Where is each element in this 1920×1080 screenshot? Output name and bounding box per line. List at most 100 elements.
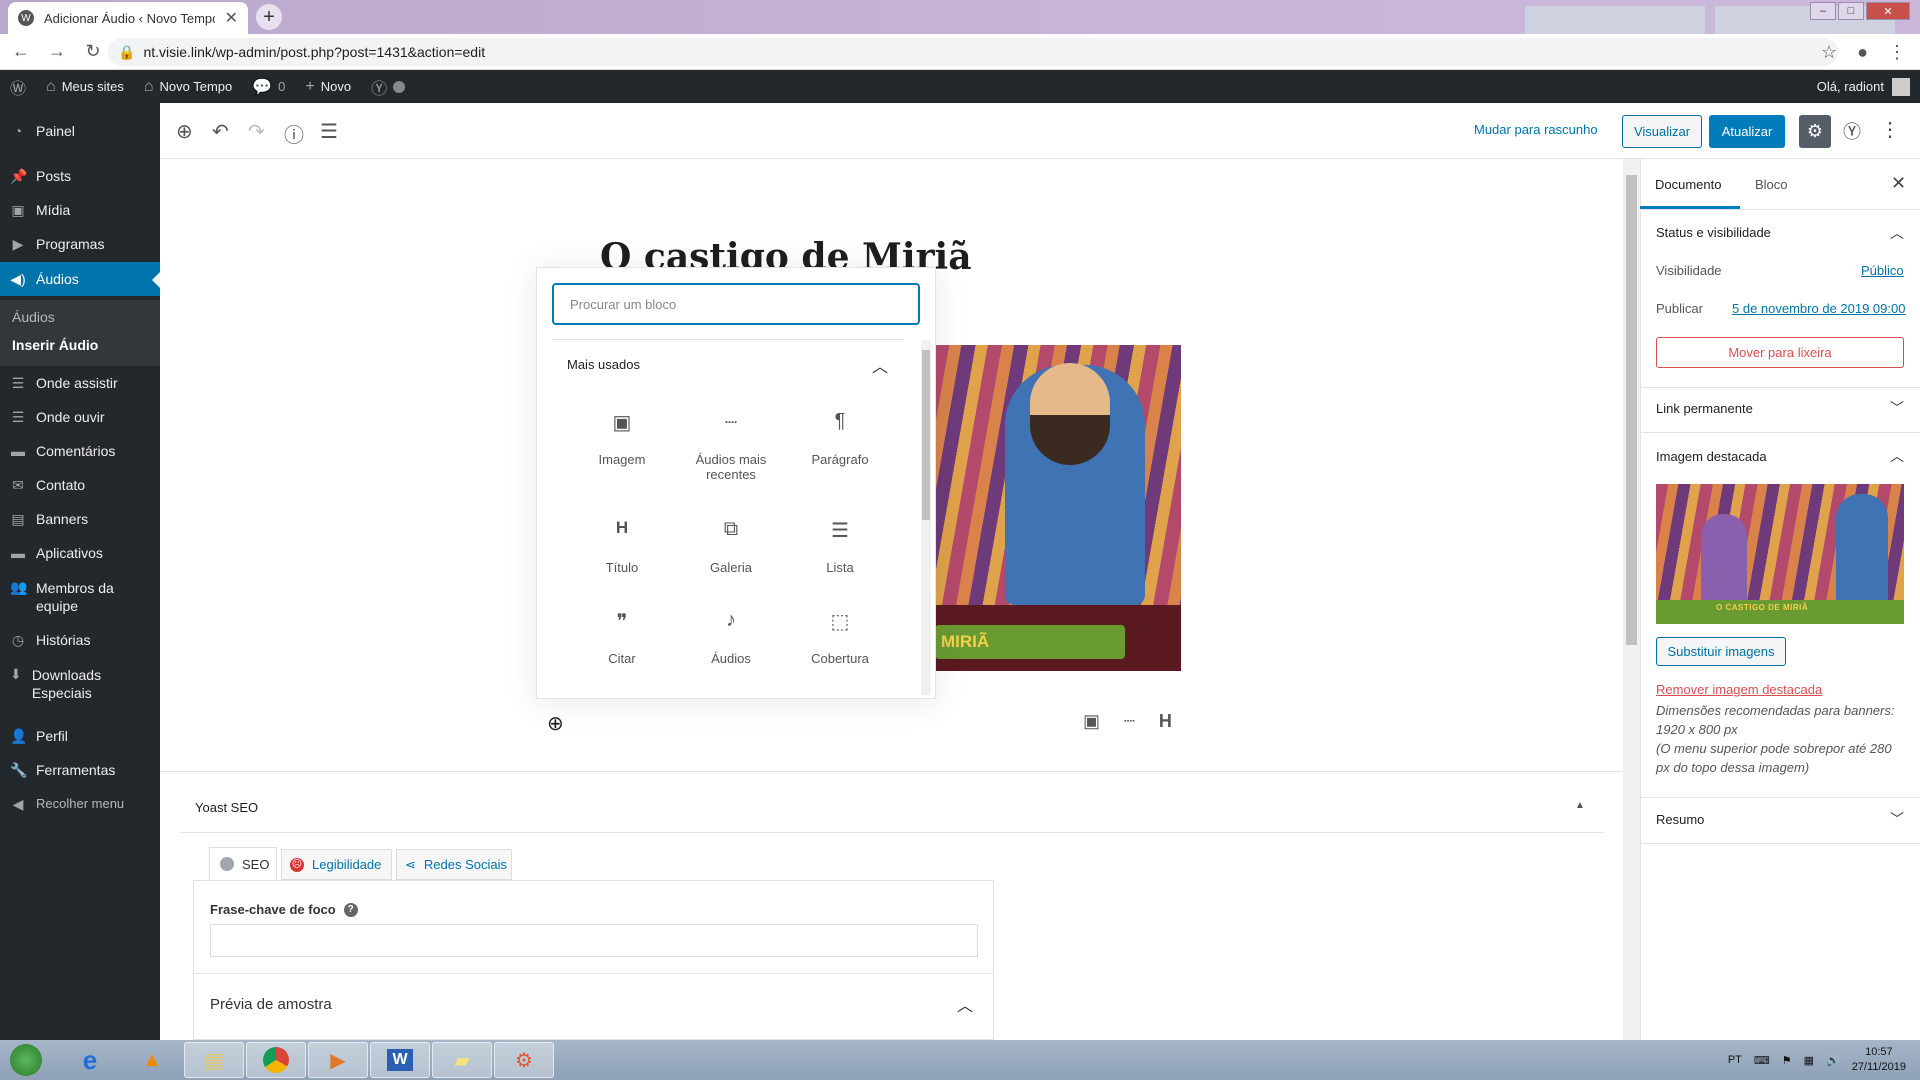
site-name-link[interactable]: ⌂ Novo Tempo <box>134 70 242 103</box>
back-icon[interactable]: ← <box>6 41 36 62</box>
sidebar-item-onde-ouvir[interactable]: ☰ Onde ouvir <box>0 409 160 426</box>
publish-date-link[interactable]: 5 de novembro de 2019 09:00 <box>1732 301 1905 316</box>
block-item-paragrafo[interactable]: ¶ Parágrafo <box>785 410 895 467</box>
chevron-down-icon[interactable]: ﹀ <box>1890 809 1904 829</box>
new-tab-button[interactable]: + <box>256 4 282 30</box>
submenu-inserir-audio[interactable]: Inserir Áudio <box>12 337 98 353</box>
tab-redes-sociais[interactable]: ⋖ Redes Sociais <box>396 849 512 880</box>
add-block-icon[interactable]: ⊕ <box>176 119 193 144</box>
profile-icon[interactable]: ● <box>1857 42 1868 63</box>
browser-menu-icon[interactable]: ⋮ <box>1888 42 1906 63</box>
reload-icon[interactable]: ↻ <box>78 41 108 62</box>
editor-scrollbar-thumb[interactable] <box>1626 175 1637 645</box>
block-item-cobertura[interactable]: ⬚ Cobertura <box>785 609 895 666</box>
undo-icon[interactable]: ↶ <box>212 119 229 144</box>
bookmark-star-icon[interactable]: ☆ <box>1821 42 1837 63</box>
tab-legibilidade[interactable]: ☹ Legibilidade <box>281 849 392 880</box>
app-icon[interactable]: ⚙ <box>494 1042 554 1078</box>
sidebar-item-posts[interactable]: 📌 Posts <box>0 168 160 185</box>
chevron-up-icon[interactable]: ︿ <box>1890 223 1904 243</box>
preview-button[interactable]: Visualizar <box>1622 115 1702 148</box>
start-button[interactable] <box>0 1042 52 1078</box>
add-block-icon[interactable]: ⊕ <box>547 711 564 736</box>
tab-bloco[interactable]: Bloco <box>1755 177 1788 192</box>
sidebar-item-onde-assistir[interactable]: ☰ Onde assistir <box>0 375 160 392</box>
maximize-button[interactable]: □ <box>1838 2 1864 20</box>
heading-icon[interactable]: H <box>1159 711 1172 732</box>
network-icon[interactable]: ▦ <box>1804 1054 1814 1067</box>
close-window-button[interactable]: ✕ <box>1866 2 1910 20</box>
section-title[interactable]: Mais usados <box>567 357 640 372</box>
address-bar[interactable]: 🔒 nt.visie.link/wp-admin/post.php?post=1… <box>108 38 1838 66</box>
sidebar-item-audios[interactable]: ◀) Áudios <box>0 262 160 296</box>
image-icon[interactable]: ▣ <box>1083 711 1100 732</box>
focus-keyphrase-input[interactable] <box>210 924 978 957</box>
wordpress-logo-icon[interactable]: Ⓦ <box>0 70 36 103</box>
panel-permalink-title[interactable]: Link permanente <box>1656 401 1753 416</box>
language-indicator[interactable]: PT <box>1728 1054 1742 1066</box>
browser-tab[interactable]: W Adicionar Áudio ‹ Novo Tempo — ✕ <box>8 2 248 34</box>
move-to-trash-button[interactable]: Mover para lixeira <box>1656 337 1904 368</box>
sidebar-item-painel[interactable]: ◔ Painel <box>0 123 160 139</box>
sidebar-item-programas[interactable]: ▶ Programas <box>0 236 160 253</box>
more-menu-icon[interactable]: ⋮ <box>1880 117 1900 142</box>
collapse-menu-button[interactable]: ◀ Recolher menu <box>0 796 160 813</box>
sidebar-item-downloads[interactable]: ⬇ Downloads Especiais <box>0 666 130 702</box>
panel-status-title[interactable]: Status e visibilidade <box>1656 225 1771 240</box>
my-sites-link[interactable]: ⌂ Meus sites <box>36 70 134 103</box>
yoast-icon[interactable]: Ⓨ <box>1840 117 1864 145</box>
block-item-galeria[interactable]: ⧉ Galeria <box>676 518 786 575</box>
separator-icon[interactable]: ┈ <box>1124 711 1135 732</box>
tab-seo[interactable]: SEO <box>209 847 277 880</box>
volume-icon[interactable]: 🔊 <box>1826 1054 1840 1067</box>
sidebar-item-membros[interactable]: 👥 Membros da equipe <box>0 579 130 615</box>
panel-featured-title[interactable]: Imagem destacada <box>1656 449 1767 464</box>
keyboard-icon[interactable]: ⌨ <box>1754 1054 1770 1067</box>
settings-gear-icon[interactable]: ⚙ <box>1799 115 1831 148</box>
block-item-audios[interactable]: ♪ Áudios <box>676 609 786 666</box>
inserter-scrollbar-thumb[interactable] <box>922 350 930 520</box>
collapse-arrow-icon[interactable]: ▲ <box>1575 800 1585 811</box>
chrome-icon[interactable] <box>246 1042 306 1078</box>
block-item-audios-recentes[interactable]: ┈ Áudios mais recentes <box>676 410 786 482</box>
panel-summary-title[interactable]: Resumo <box>1656 812 1704 827</box>
sidebar-item-perfil[interactable]: 👤 Perfil <box>0 728 160 745</box>
close-tab-icon[interactable]: ✕ <box>225 8 238 28</box>
update-button[interactable]: Atualizar <box>1709 115 1785 148</box>
sidebar-item-comentarios[interactable]: ▬ Comentários <box>0 443 160 459</box>
sidebar-item-midia[interactable]: ▣ Mídia <box>0 202 160 219</box>
visibility-link[interactable]: Público <box>1861 263 1904 278</box>
close-icon[interactable]: ✕ <box>1891 173 1906 194</box>
sidebar-item-historias[interactable]: ◷ Histórias <box>0 632 160 649</box>
help-icon[interactable]: ? <box>343 902 358 917</box>
chevron-up-icon[interactable]: ︿ <box>872 353 888 377</box>
block-item-imagem[interactable]: ▣ Imagem <box>567 410 677 467</box>
featured-image[interactable]: O CASTIGO DE MIRIÃ <box>1656 484 1904 624</box>
info-icon[interactable]: ⓘ <box>284 119 304 148</box>
image-block[interactable]: MIRIÃ <box>935 345 1181 671</box>
tab-documento[interactable]: Documento <box>1655 177 1721 192</box>
sticky-notes-icon[interactable]: ▰ <box>432 1042 492 1078</box>
block-item-citar[interactable]: ❞ Citar <box>567 609 677 666</box>
block-navigation-icon[interactable]: ☰ <box>320 119 338 144</box>
vlc-icon[interactable]: ▲ <box>122 1042 182 1078</box>
chevron-up-icon[interactable]: ︿ <box>1890 446 1904 466</box>
word-icon[interactable]: W <box>370 1042 430 1078</box>
account-menu[interactable]: Olá, radiont <box>1817 70 1910 103</box>
yoast-adminbar-link[interactable]: Ⓨ <box>361 70 415 103</box>
submenu-audios[interactable]: Áudios <box>12 309 55 325</box>
replace-image-button[interactable]: Substituir imagens <box>1656 637 1786 666</box>
block-search-input[interactable]: Procurar um bloco <box>552 283 920 325</box>
sidebar-item-contato[interactable]: ✉ Contato <box>0 477 160 494</box>
forward-icon[interactable]: → <box>42 41 72 62</box>
sidebar-item-ferramentas[interactable]: 🔧 Ferramentas <box>0 762 160 779</box>
clock[interactable]: 10:57 27/11/2019 <box>1852 1045 1906 1075</box>
yoast-panel-title[interactable]: Yoast SEO <box>195 800 258 815</box>
remove-featured-image-link[interactable]: Remover imagem destacada <box>1656 682 1822 697</box>
flag-icon[interactable]: ⚑ <box>1782 1054 1792 1067</box>
chevron-up-icon[interactable]: ︿ <box>957 992 973 1016</box>
new-content-link[interactable]: + Novo <box>295 70 361 103</box>
chevron-down-icon[interactable]: ﹀ <box>1890 398 1904 418</box>
block-item-lista[interactable]: ☰ Lista <box>785 518 895 575</box>
snippet-preview-title[interactable]: Prévia de amostra <box>210 996 332 1013</box>
